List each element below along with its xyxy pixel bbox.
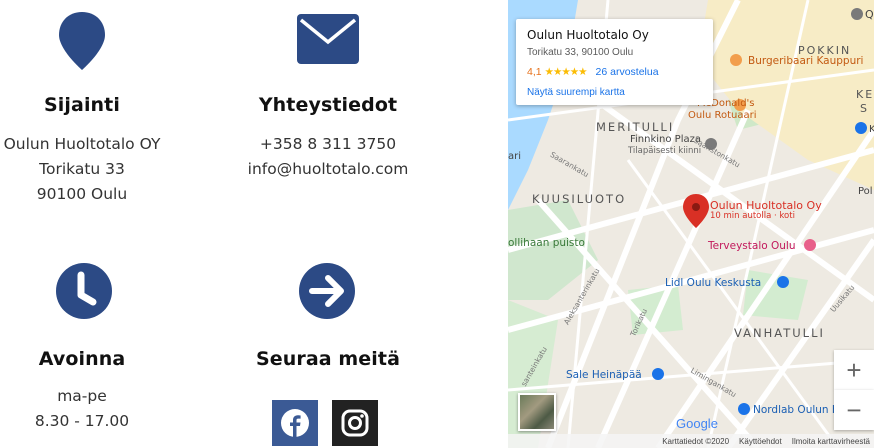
location-title: Sijainti — [44, 94, 120, 116]
map-label-pin-sub: 10 min autolla · koti — [710, 211, 795, 221]
follow-title: Seuraa meitä — [255, 348, 401, 370]
location-line-street: Torikatu 33 — [39, 160, 125, 178]
map-label-ke: KE — [856, 88, 874, 101]
clock-icon — [55, 262, 113, 325]
map-label-lidl: Lidl Oulu Keskusta — [665, 277, 762, 289]
map-label-terveystalo: Terveystalo Oulu — [708, 240, 796, 252]
map-label-vanhatulli: VANHATULLI — [734, 326, 825, 340]
map-label-meritulli: MERITULLI — [596, 120, 675, 134]
map-footer: Karttatiedot ©2020 Käyttöehdot Ilmoita k… — [508, 434, 874, 448]
hours-days: ma-pe — [57, 387, 107, 405]
map-label-finnkino-sub: Tilapäisesti kiinni — [628, 146, 702, 156]
map-label-nordlab: Nordlab Oulun K — [753, 404, 839, 416]
contact-email[interactable]: info@huoltotalo.com — [238, 157, 418, 182]
map-label-finnkino: Finnkino Plaza — [630, 134, 701, 145]
map-label-qulu10: Qulu10 — [865, 8, 874, 21]
larger-map-link[interactable]: Näytä suurempi kartta — [527, 87, 625, 98]
contact-phone[interactable]: +358 8 311 3750 — [238, 132, 418, 157]
zoom-in-button[interactable]: + — [834, 350, 874, 390]
facebook-icon — [281, 409, 309, 437]
google-logo: Google — [676, 416, 718, 431]
instagram-icon — [341, 409, 369, 437]
contact-title: Yhteystiedot — [258, 94, 398, 116]
map-pin-marker[interactable] — [683, 194, 709, 228]
map-label-ka: Ka — [869, 124, 874, 135]
report-error-link[interactable]: Ilmoita karttavirheestä — [792, 437, 870, 446]
terms-link[interactable]: Käyttöehdot — [739, 437, 782, 446]
rating-value: 4,1 — [527, 66, 542, 78]
location-line-city: 90100 Oulu — [36, 185, 128, 203]
map-label-puisto: ollihaan puisto — [508, 237, 585, 249]
place-info-card: Oulun Huoltotalo Oy Torikatu 33, 90100 O… — [516, 19, 713, 105]
location-line-company: Oulun Huoltotalo OY — [3, 135, 161, 153]
map-label-s: S — [860, 102, 867, 115]
envelope-icon — [297, 14, 359, 69]
follow-block: Seuraa meitä — [238, 348, 418, 370]
location-block: Sijainti Oulun Huoltotalo OY Torikatu 33… — [0, 94, 164, 207]
map-label-ari: ari — [508, 151, 522, 162]
zoom-out-button[interactable]: − — [834, 390, 874, 430]
facebook-button[interactable] — [272, 400, 318, 446]
hours-block: Avoinna ma-pe 8.30 - 17.00 — [0, 348, 164, 434]
instagram-button[interactable] — [332, 400, 378, 446]
map-label-burgeribaari: Burgeribaari Kauppuri — [748, 55, 864, 67]
embedded-map[interactable]: Qulu10 POKKIN Burgeribaari Kauppuri KE S… — [508, 0, 874, 448]
reviews-link[interactable]: 26 arvostelua — [596, 66, 659, 78]
map-label-mcdonalds-sub: Oulu Rotuaari — [688, 110, 757, 121]
hours-time: 8.30 - 17.00 — [34, 412, 130, 430]
place-address: Torikatu 33, 90100 Oulu — [527, 47, 634, 58]
place-title: Oulun Huoltotalo Oy — [527, 28, 649, 42]
hours-title: Avoinna — [38, 348, 126, 370]
map-pin-icon — [57, 10, 107, 77]
map-label-heinapaa: Sale Heinäpää — [566, 369, 642, 381]
contact-block: Yhteystiedot +358 8 311 3750 info@huolto… — [238, 94, 418, 182]
rating-stars-icon: ★★★★★ — [544, 66, 588, 78]
map-label-kuusiluoto: KUUSILUOTO — [532, 192, 627, 206]
place-rating: 4,1 ★★★★★ 26 arvostelua — [527, 66, 659, 78]
map-label-pol: Pol — [858, 186, 873, 197]
arrow-right-icon — [298, 262, 356, 325]
satellite-toggle[interactable] — [518, 393, 556, 431]
map-data-copyright: Karttatiedot ©2020 — [662, 436, 730, 446]
